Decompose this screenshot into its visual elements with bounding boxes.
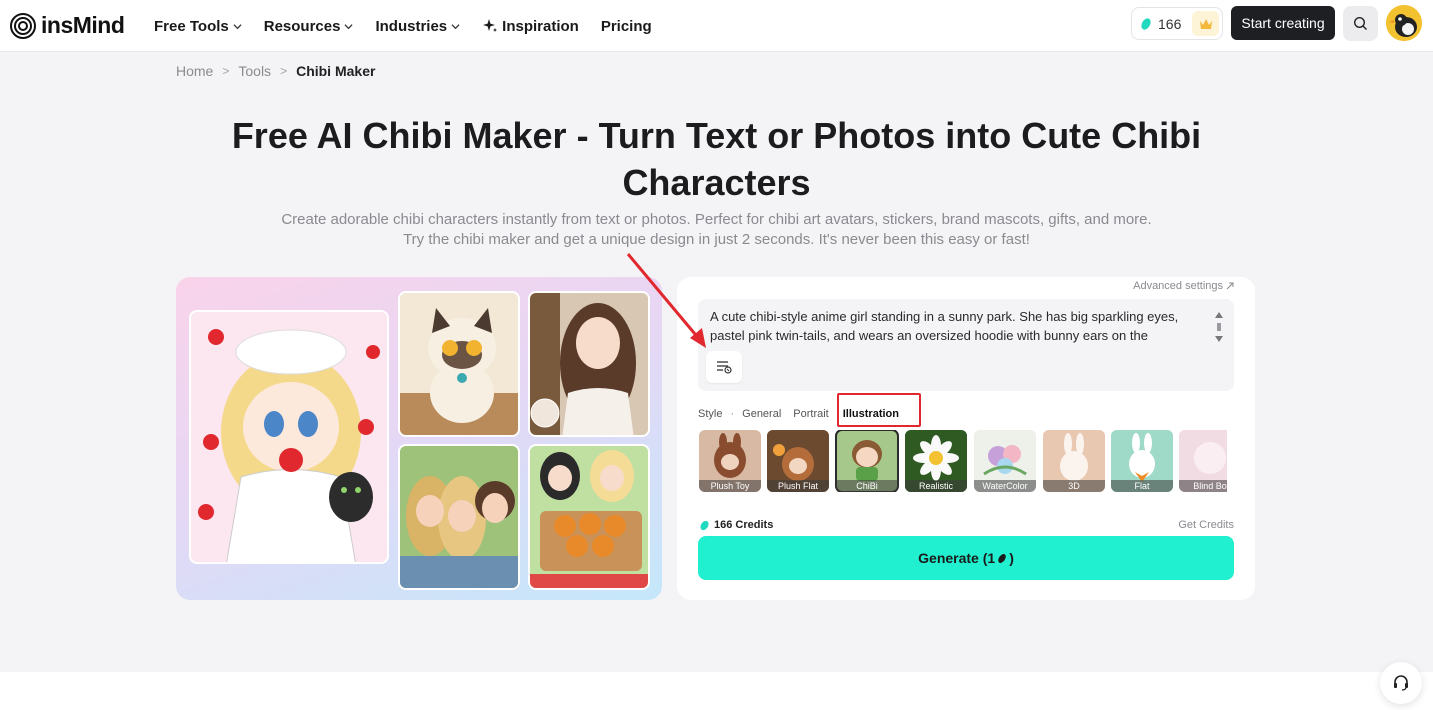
search-icon (1353, 16, 1367, 30)
credit-leaf-icon (700, 520, 709, 530)
support-chat-button[interactable] (1380, 662, 1422, 704)
nav-free-tools-label: Free Tools (154, 17, 229, 35)
siamese-cat-illustration (400, 293, 518, 435)
nav-pricing[interactable]: Pricing (601, 18, 652, 35)
arrow-up-right-icon (1226, 282, 1234, 290)
style-flat[interactable]: Flat (1111, 430, 1173, 492)
style-plush-flat-label: Plush Flat (767, 480, 829, 492)
style-blind-box-label: Blind Bo (1179, 480, 1227, 492)
premium-button[interactable] (1192, 11, 1219, 36)
anime-woman-illustration (530, 293, 648, 435)
get-credits-link[interactable]: Get Credits (1178, 519, 1234, 531)
user-avatar[interactable] (1386, 5, 1422, 41)
chibi-girl-illustration (191, 312, 387, 562)
prompt-input[interactable]: A cute chibi-style anime girl standing i… (698, 299, 1234, 391)
breadcrumb-home[interactable]: Home (176, 63, 213, 79)
search-button[interactable] (1343, 6, 1378, 41)
prompt-list-icon (717, 361, 732, 374)
avatar-bird-icon (1386, 5, 1422, 41)
main-nav: Free Tools Resources Industries Inspirat… (154, 0, 652, 52)
advanced-settings-label: Advanced settings (1133, 280, 1223, 292)
nav-resources[interactable]: Resources (264, 18, 354, 35)
prompt-tool-button[interactable] (706, 351, 742, 383)
style-flat-label: Flat (1111, 480, 1173, 492)
generator-panel: Advanced settings A cute chibi-style ani… (677, 277, 1255, 600)
showcase-image-chibi-girl (189, 310, 389, 564)
prompt-scrollbar[interactable] (1214, 311, 1224, 343)
nav-industries-label: Industries (375, 17, 448, 35)
credits-label: 166 Credits (714, 519, 774, 531)
chevron-down-icon (233, 23, 242, 29)
showcase-image-picnic (528, 444, 650, 590)
tab-portrait[interactable]: Portrait (793, 408, 828, 420)
generate-button[interactable]: Generate (1 ) (698, 536, 1234, 580)
style-watercolor[interactable]: WaterColor (974, 430, 1036, 492)
breadcrumb-separator: > (280, 64, 288, 78)
nav-free-tools[interactable]: Free Tools (154, 18, 242, 35)
nav-pricing-label: Pricing (600, 17, 652, 35)
style-chibi-label: ChiBi (836, 480, 898, 492)
style-plush-flat[interactable]: Plush Flat (767, 430, 829, 492)
logo-icon (10, 12, 36, 39)
style-3d-label: 3D (1043, 480, 1105, 492)
style-3d[interactable]: 3D (1043, 430, 1105, 492)
style-blind-box[interactable]: Blind Bo (1179, 430, 1227, 492)
crown-icon (1199, 18, 1212, 29)
advanced-settings-link[interactable]: Advanced settings (1133, 280, 1234, 292)
style-plush-toy[interactable]: Plush Toy (699, 430, 761, 492)
breadcrumb: Home > Tools > Chibi Maker (176, 63, 375, 79)
tab-general[interactable]: General (742, 408, 781, 420)
prompt-text[interactable]: A cute chibi-style anime girl standing i… (710, 307, 1205, 345)
nav-inspiration[interactable]: Inspiration (482, 18, 579, 35)
start-creating-button[interactable]: Start creating (1231, 6, 1335, 40)
style-watercolor-label: WaterColor (974, 480, 1036, 492)
breadcrumb-separator: > (222, 64, 230, 78)
top-nav-bar: insMind Free Tools Resources Industries … (0, 0, 1433, 52)
showcase-image-anime-woman (528, 291, 650, 437)
showcase-image-group-selfie (398, 444, 520, 590)
breadcrumb-tools[interactable]: Tools (238, 63, 271, 79)
group-selfie-illustration (400, 446, 518, 588)
picnic-illustration (530, 446, 648, 588)
showcase-gallery (176, 277, 662, 600)
style-separator: · (730, 408, 735, 420)
style-plush-toy-label: Plush Toy (699, 480, 761, 492)
style-chibi[interactable]: ChiBi (835, 430, 899, 492)
nav-inspiration-label: Inspiration (502, 17, 579, 35)
page-footer-strip (0, 672, 1433, 710)
page-subtitle: Create adorable chibi characters instant… (281, 211, 1152, 248)
chevron-down-icon (344, 23, 354, 29)
style-label: Style (698, 408, 723, 420)
sparkle-icon (483, 19, 498, 32)
style-realistic[interactable]: Realistic (905, 430, 967, 492)
logo-text: insMind (41, 12, 125, 38)
style-thumbnails: Plush Toy Plush Flat ChiBi Realistic Wat… (699, 430, 1227, 492)
highlight-box (837, 393, 921, 427)
breadcrumb-current: Chibi Maker (296, 63, 376, 79)
credit-leaf-icon (1141, 17, 1151, 30)
nav-resources-label: Resources (263, 17, 341, 35)
credits-info: 166 Credits (699, 519, 773, 531)
credit-leaf-icon (998, 553, 1006, 563)
chevron-down-icon (451, 23, 460, 29)
credits-count: 166 (1158, 15, 1182, 32)
headset-icon (1394, 675, 1408, 691)
generate-label: Generate (1 (918, 550, 996, 566)
nav-industries[interactable]: Industries (375, 18, 460, 35)
credits-badge[interactable]: 166 (1131, 7, 1223, 40)
page-title: Free AI Chibi Maker - Turn Text or Photo… (231, 115, 1202, 203)
showcase-image-siamese-cat (398, 291, 520, 437)
generate-suffix: ) (1009, 550, 1014, 566)
insmind-logo[interactable]: insMind (10, 12, 125, 39)
style-realistic-label: Realistic (905, 480, 967, 492)
